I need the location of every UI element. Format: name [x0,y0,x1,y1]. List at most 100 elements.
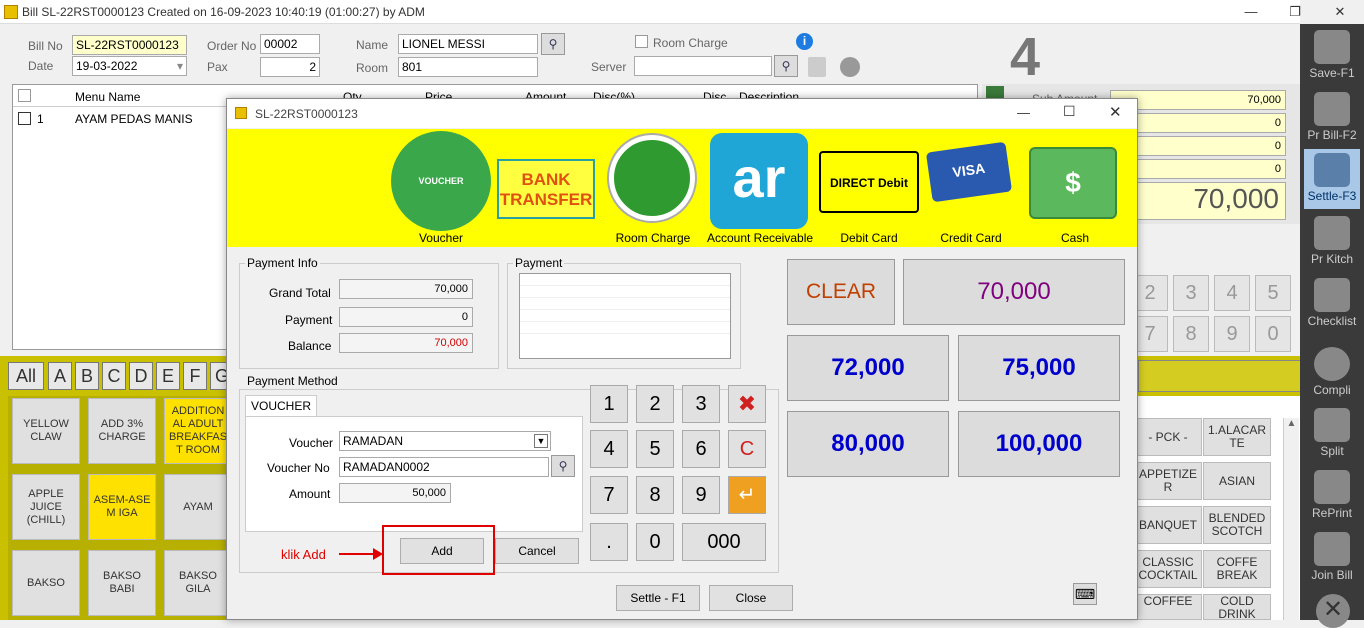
room-field[interactable]: 801 [398,57,538,77]
exit-icon[interactable]: ✕ [1316,594,1350,628]
category-item[interactable]: ASIAN [1203,462,1271,500]
key-dot[interactable]: . [590,523,628,561]
quick-amount-70000[interactable]: 70,000 [903,259,1125,325]
bg-key-5[interactable]: 5 [1255,275,1291,311]
category-item[interactable]: CLASSIC COCKTAIL [1134,550,1202,588]
voucher-method[interactable]: VOUCHER Voucher [389,129,493,247]
select-all-checkbox[interactable] [18,89,31,102]
key-clear-entry[interactable]: C [728,430,766,468]
bank-transfer-method[interactable]: BANK TRANSFER [495,129,599,247]
category-item[interactable]: 1.ALACAR TE [1203,418,1271,456]
category-item[interactable]: BANQUET [1134,506,1202,544]
minimize-icon[interactable]: — [1236,2,1266,22]
backspace-icon[interactable]: ✖ [728,385,766,423]
cash-method[interactable]: $ Cash [1025,129,1125,247]
voucher-no-field[interactable]: RAMADAN0002 [339,457,549,477]
chef-hat-icon[interactable] [840,57,860,77]
bg-key-8[interactable]: 8 [1173,316,1209,352]
dialog-maximize-icon[interactable]: ☐ [1063,103,1076,120]
key-6[interactable]: 6 [682,430,720,468]
letter-a[interactable]: A [48,362,72,390]
amount-field[interactable]: 50,000 [339,483,451,503]
key-3[interactable]: 3 [682,385,720,423]
category-item[interactable]: BLENDED SCOTCH [1203,506,1271,544]
debit-card-method[interactable]: DIRECT Debit Debit Card [817,129,921,247]
dialog-close-icon[interactable]: ✕ [1109,103,1122,121]
close-icon[interactable]: ✕ [1325,2,1355,22]
compli-button[interactable]: Compli [1304,343,1360,403]
key-9[interactable]: 9 [682,476,720,514]
save-button[interactable]: Save-F1 [1304,26,1360,86]
room-charge-checkbox[interactable] [635,35,648,48]
scroll-up-icon[interactable]: ▲ [1284,418,1299,429]
category-item[interactable]: COLD DRINK [1203,594,1271,621]
payment-list[interactable] [519,273,731,359]
letter-all[interactable]: All [8,362,44,390]
keyboard-icon[interactable]: ⌨ [1073,583,1097,605]
quick-amount-72000[interactable]: 72,000 [787,335,949,401]
order-no-field[interactable]: 00002 [260,34,320,54]
menu-item[interactable]: BAKSO BABI [88,550,156,616]
key-0[interactable]: 0 [636,523,674,561]
menu-item[interactable]: BAKSO GILA [164,550,232,616]
key-2[interactable]: 2 [636,385,674,423]
account-receivable-method[interactable]: ar Account Receivable [705,129,815,247]
info-icon[interactable]: i [796,33,813,50]
tab-voucher[interactable]: VOUCHER [245,395,317,417]
key-1[interactable]: 1 [590,385,628,423]
split-button[interactable]: Split [1304,404,1360,464]
category-item[interactable]: COFFE BREAK [1203,550,1271,588]
print-bill-button[interactable]: Pr Bill-F2 [1304,88,1360,148]
bg-key-9[interactable]: 9 [1214,316,1250,352]
search-server-icon[interactable]: ⚲ [774,55,798,77]
letter-f[interactable]: F [183,362,207,390]
letter-e[interactable]: E [156,362,180,390]
key-8[interactable]: 8 [636,476,674,514]
settle-f1-button[interactable]: Settle - F1 [616,585,700,611]
server-field[interactable] [634,56,772,76]
quick-amount-100000[interactable]: 100,000 [958,411,1120,477]
chevron-down-icon[interactable]: ▼ [534,434,548,448]
letter-b[interactable]: B [75,362,99,390]
menu-item[interactable]: ASEM-ASE M IGA [88,474,156,540]
key-7[interactable]: 7 [590,476,628,514]
category-item[interactable]: APPETIZE R [1134,462,1202,500]
quick-amount-80000[interactable]: 80,000 [787,411,949,477]
credit-card-method[interactable]: VISA Credit Card [923,129,1019,247]
close-button[interactable]: Close [709,585,793,611]
category-scrollbar[interactable]: ▲ [1283,418,1299,620]
bg-key-3[interactable]: 3 [1173,275,1209,311]
menu-item[interactable]: ADD 3% CHARGE [88,398,156,464]
reprint-button[interactable]: RePrint [1304,466,1360,526]
dialog-minimize-icon[interactable]: — [1017,105,1030,120]
cancel-button[interactable]: Cancel [495,538,579,564]
room-charge-method[interactable]: Room Charge [603,129,703,247]
quick-amount-75000[interactable]: 75,000 [958,335,1120,401]
search-voucher-icon[interactable]: ⚲ [551,455,575,477]
clear-button[interactable]: CLEAR [787,259,895,325]
category-item[interactable]: COFFEE [1134,594,1202,620]
restore-icon[interactable]: ❐ [1280,2,1310,22]
clipboard-icon[interactable] [808,57,826,77]
enter-icon[interactable]: ↵ [728,476,766,514]
join-bill-button[interactable]: Join Bill [1304,528,1360,588]
menu-item[interactable]: ADDITION AL ADULT BREAKFAS T ROOM [164,398,232,464]
print-kitchen-button[interactable]: Pr Kitch [1304,212,1360,272]
key-5[interactable]: 5 [636,430,674,468]
menu-item[interactable]: APPLE JUICE (CHILL) [12,474,80,540]
letter-d[interactable]: D [129,362,153,390]
add-button[interactable]: Add [400,538,484,564]
checklist-button[interactable]: Checklist [1304,274,1360,334]
key-000[interactable]: 000 [682,523,766,561]
date-field[interactable]: 19-03-2022 ▾ [72,56,187,76]
menu-item[interactable]: YELLOW CLAW [12,398,80,464]
key-4[interactable]: 4 [590,430,628,468]
menu-item[interactable]: BAKSO [12,550,80,616]
category-item[interactable]: - PCK - [1134,418,1202,456]
letter-c[interactable]: C [102,362,126,390]
search-name-icon[interactable]: ⚲ [541,33,565,55]
voucher-select[interactable]: RAMADAN ▼ [339,431,551,451]
row-checkbox[interactable] [18,112,31,125]
menu-item[interactable]: AYAM [164,474,232,540]
bg-key-0[interactable]: 0 [1255,316,1291,352]
